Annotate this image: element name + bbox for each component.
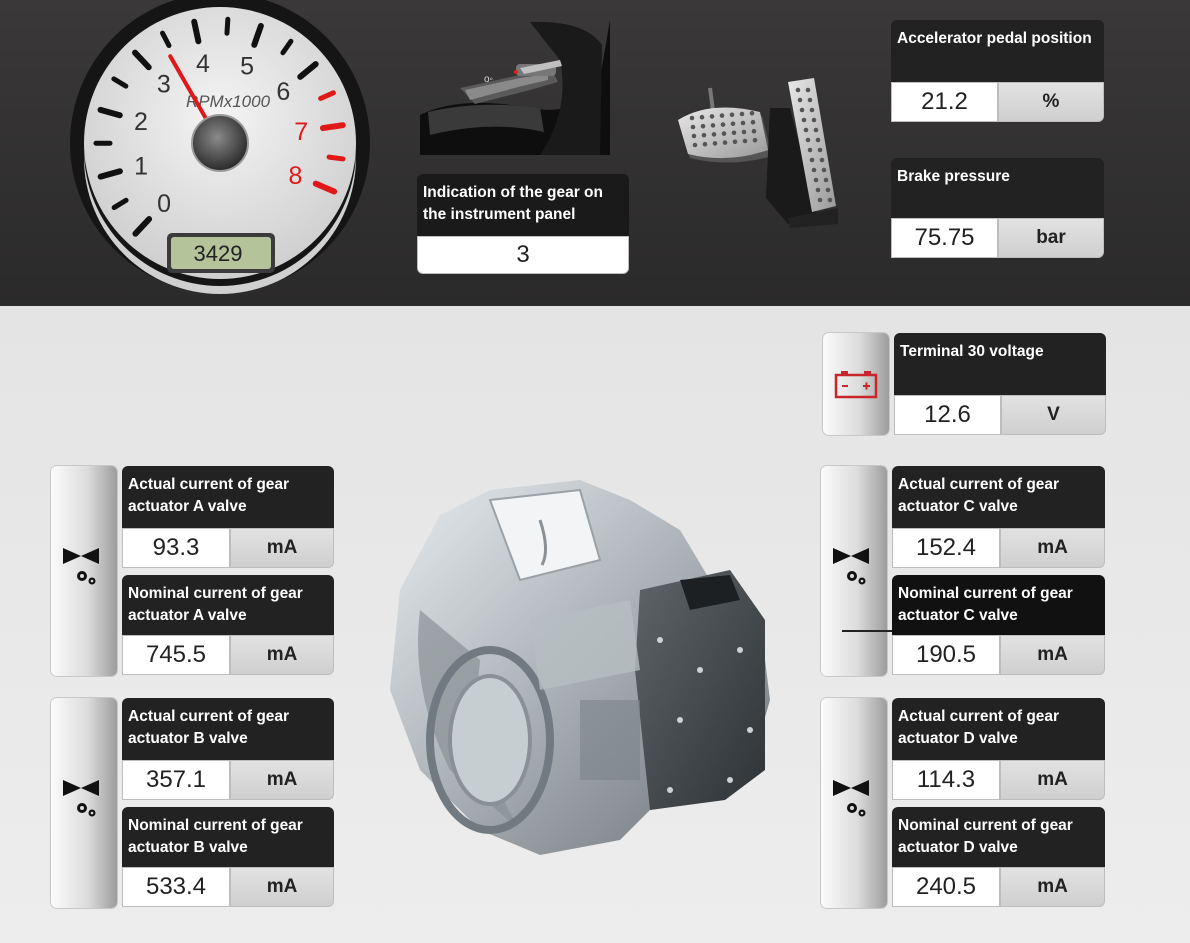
valve-gear-icon: [63, 548, 99, 585]
gear-indication-panel: Indication of the gear on the instrument…: [417, 174, 629, 274]
gear-selector-illustration: o◦: [420, 20, 610, 155]
actuator-c-actual-value: 152.4: [892, 528, 1000, 568]
terminal30-label: Terminal 30 voltage: [894, 333, 1106, 395]
actuator-b-actual-unit: mA: [230, 760, 334, 800]
valve-gear-icon: [63, 780, 99, 817]
actuator-c-button[interactable]: [821, 466, 887, 676]
tacho-tick: [326, 154, 346, 162]
tacho-tick-label: 6: [276, 78, 290, 106]
actuator-a-actual-label: Actual current of gear actuator A valve: [122, 466, 334, 528]
instrument-strip: 012345678 RPMx1000 3429 o◦ Indication of…: [0, 0, 1190, 306]
actuator-b-actual-label: Actual current of gear actuator B valve: [122, 698, 334, 760]
actuator-d-actual-panel: Actual current of gear actuator D valve …: [892, 698, 1105, 802]
tacho-tick-label: 7: [294, 118, 308, 146]
actuator-a-actual-unit: mA: [230, 528, 334, 568]
tacho-tick: [319, 122, 346, 132]
valve-gear-icon: [833, 780, 869, 817]
actuator-b-nominal-label: Nominal current of gear actuator B valve: [122, 807, 334, 867]
tacho-tick-label: 4: [196, 50, 210, 78]
actuator-a-button[interactable]: [51, 466, 117, 676]
valve-gear-icon: [833, 548, 869, 585]
actuator-b-nominal-value: 533.4: [122, 867, 230, 907]
actuator-d-nominal-value: 240.5: [892, 867, 1000, 907]
actuator-b-nominal-unit: mA: [230, 867, 334, 907]
accelerator-value: 21.2: [891, 82, 998, 122]
terminal30-value: 12.6: [894, 395, 1001, 435]
actuator-d-actual-value: 114.3: [892, 760, 1000, 800]
tacho-tick-label: 2: [134, 108, 148, 136]
actuator-c-actual-panel: Actual current of gear actuator C valve …: [892, 466, 1105, 570]
battery-icon: [834, 371, 878, 399]
rpm-display: 3429: [194, 241, 243, 266]
actuator-d-button[interactable]: [821, 698, 887, 908]
actuator-c-actual-unit: mA: [1000, 528, 1105, 568]
actuator-c-nominal-value: 190.5: [892, 635, 1000, 675]
actuator-b-actual-panel: Actual current of gear actuator B valve …: [122, 698, 334, 802]
actuator-d-nominal-panel: Nominal current of gear actuator D valve…: [892, 807, 1105, 909]
tacho-tick-label: 1: [134, 152, 148, 180]
actuator-c-nominal-panel: Nominal current of gear actuator C valve…: [842, 575, 1105, 677]
gear-indication-value: 3: [417, 236, 629, 274]
tacho-tick-label: 5: [240, 53, 254, 81]
tachometer: 01234 5678 RPMx1000 3429: [70, 0, 370, 294]
actuator-d-actual-unit: mA: [1000, 760, 1105, 800]
actuator-b-button[interactable]: [51, 698, 117, 908]
actuator-d-actual-label: Actual current of gear actuator D valve: [892, 698, 1105, 760]
terminal30-unit: V: [1001, 395, 1106, 435]
actuator-a-actual-panel: Actual current of gear actuator A valve …: [122, 466, 334, 570]
svg-text:o◦: o◦: [484, 74, 493, 85]
accelerator-unit: %: [998, 82, 1104, 122]
actuator-b-actual-value: 357.1: [122, 760, 230, 800]
actuator-d-nominal-unit: mA: [1000, 867, 1105, 907]
tacho-tick: [224, 16, 231, 36]
actuator-a-actual-value: 93.3: [122, 528, 230, 568]
actuator-a-nominal-unit: mA: [230, 635, 334, 675]
actuator-c-nominal-unit: mA: [1000, 635, 1105, 675]
brake-panel: Brake pressure 75.75 bar: [891, 158, 1104, 262]
brake-label: Brake pressure: [891, 158, 1104, 218]
actuator-a-nominal-value: 745.5: [122, 635, 230, 675]
transmission-illustration: [390, 480, 770, 855]
terminal30-panel: Terminal 30 voltage 12.6 V: [894, 333, 1106, 437]
pedals-illustration: [678, 78, 838, 228]
brake-value: 75.75: [891, 218, 998, 258]
actuator-c-actual-label: Actual current of gear actuator C valve: [892, 466, 1105, 528]
tacho-tick: [191, 18, 202, 45]
tacho-hub: [191, 114, 249, 172]
actuator-c-nominal-label: Nominal current of gear actuator C valve: [892, 575, 1105, 635]
divider: [842, 630, 892, 632]
gear-indication-label: Indication of the gear on the instrument…: [417, 174, 629, 236]
accelerator-label: Accelerator pedal position: [891, 20, 1104, 82]
tacho-tick-label: 3: [157, 70, 171, 98]
accelerator-panel: Accelerator pedal position 21.2 %: [891, 20, 1104, 124]
brake-unit: bar: [998, 218, 1104, 258]
actuator-b-nominal-panel: Nominal current of gear actuator B valve…: [122, 807, 334, 909]
actuator-a-nominal-label: Nominal current of gear actuator A valve: [122, 575, 334, 635]
battery-button[interactable]: [823, 333, 889, 435]
actuator-a-nominal-panel: Nominal current of gear actuator A valve…: [122, 575, 334, 677]
tacho-tick-label: 8: [289, 162, 303, 190]
tacho-tick-label: 0: [157, 190, 171, 218]
actuator-d-nominal-label: Nominal current of gear actuator D valve: [892, 807, 1105, 867]
